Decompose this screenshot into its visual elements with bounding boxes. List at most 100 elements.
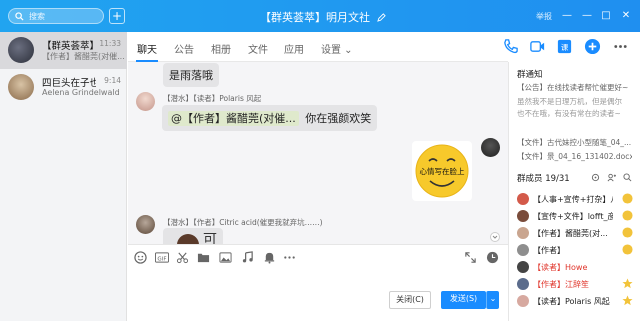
folder-icon[interactable] [197,251,210,264]
avatar [517,295,529,307]
member-item[interactable]: 【作者】 [509,242,640,259]
admin-badge-icon [622,244,633,255]
member-name: 【作者】江辞笙 [533,280,589,289]
close-button[interactable]: 关闭(C) [389,291,431,309]
search-input[interactable]: 搜索 [8,8,104,24]
edit-icon[interactable] [376,13,386,22]
conversation-item[interactable]: 四巨头在子也 9:14 Aelena Grindelwald [0,69,127,106]
group-info-panel: 群通知 【公告】在线找读者帮忙催更好~ 虽然我不是日理万机，但是偶尔 也不在哦，… [508,62,640,321]
message-bubble: 可 [163,228,223,244]
conversation-name: 【群英荟萃】 [42,41,96,52]
avatar [517,278,529,290]
send-options-chevron-icon[interactable]: ⌄ [486,291,499,309]
conversation-preview: 【作者】酱醋莞(对催... [42,52,124,61]
window-title: 【群英荟萃】明月文社 [260,9,386,25]
video-call-icon[interactable] [529,38,546,55]
avatar [517,193,529,205]
message-text: 你在强颜欢笑 [305,112,372,125]
avatar [8,37,34,63]
avatar [517,244,529,256]
avatar [517,210,529,222]
avatar [8,74,34,100]
tab-chat[interactable]: 聊天 [137,41,157,56]
notice-line: 虽然我不是日理万机，但是偶尔 [517,97,622,106]
admin-badge-icon [622,193,633,204]
member-name: 【人事+宣传+打杂】八... [533,195,613,204]
more-tools-icon[interactable] [283,251,296,264]
sticker-image[interactable]: 心情写在脸上 [412,141,472,201]
tab-settings[interactable]: 设置 ⌄ [321,41,353,56]
member-name: 【作者】 [533,246,565,255]
avatar[interactable] [136,92,155,111]
conversation-time: 9:14 [104,76,121,85]
admin-badge-icon [622,227,633,238]
message-text: 可 [203,232,217,244]
member-item[interactable]: 【作者】江辞笙 [509,276,640,293]
tab-announcement[interactable]: 公告 [174,41,194,56]
member-name: 【宣传+文件】lofft_彦... [533,212,613,221]
gif-icon[interactable]: GIF [154,251,170,264]
avatar[interactable] [136,215,155,234]
admin-badge-icon [622,210,633,221]
tab-apps[interactable]: 应用 [284,41,304,56]
conversation-list: 【群英荟萃】 11:33 【作者】酱醋莞(对催... 四巨头在子也 9:14 A… [0,32,127,321]
input-toolbar: GIF [128,244,508,270]
svg-text:课: 课 [561,43,569,52]
notice-title: 群通知 [517,70,543,80]
maximize-icon[interactable]: □ [599,9,613,23]
expand-icon[interactable] [464,251,477,264]
close-icon[interactable]: ✕ [619,9,633,23]
file-item[interactable]: 【文件】景_04_16_131402.docx [517,151,632,162]
search-member-icon[interactable] [623,173,632,182]
collapse-icon[interactable]: — [580,9,594,23]
member-item[interactable]: 【人事+宣传+打杂】八... [509,191,640,208]
classroom-icon[interactable]: 课 [556,38,573,55]
history-clock-icon[interactable] [486,251,499,264]
compose-area[interactable]: 关闭(C) 发送(S) ⌄ [128,270,508,321]
settings-icon[interactable] [591,173,600,182]
member-name: 【作者】酱醋莞(对... [533,229,608,238]
member-item[interactable]: 【作者】酱醋莞(对... [509,225,640,242]
avatar [517,261,529,273]
voice-call-icon[interactable] [502,38,519,55]
avatar[interactable] [481,138,500,157]
message-sender: 【潜水】【读者】Polaris 风起 [163,94,262,103]
send-button[interactable]: 发送(S) [441,291,486,309]
member-count: 群成员 19/31 [517,174,570,184]
minimize-window-icon[interactable]: — [560,9,574,23]
member-item[interactable]: 【读者】Polaris 风起 [509,293,640,310]
svg-text:GIF: GIF [157,256,166,262]
message-bubble: @【作者】酱醋莞(对催... 你在强颜欢笑 [162,105,378,131]
notice-line[interactable]: 【公告】在线找读者帮忙催更好~ [517,82,632,93]
member-item[interactable]: 【宣传+文件】lofft_彦... [509,208,640,225]
add-button[interactable]: + [109,8,125,24]
conversation-time: 11:33 [99,39,121,48]
message-sender: 【潜水】【作者】Citric acid(催更我就弃坑……) [163,218,323,227]
conversation-preview: Aelena Grindelwald [42,88,120,97]
chat-tabs: 聊天 公告 相册 文件 应用 设置 ⌄ [128,32,508,62]
mention-tag[interactable]: @【作者】酱醋莞(对催... [168,111,299,126]
tab-files[interactable]: 文件 [248,41,268,56]
sticker-caption: 心情写在脸上 [419,167,465,176]
search-placeholder: 搜索 [29,12,45,21]
report-link[interactable]: 举报 [536,11,552,22]
bell-icon[interactable] [263,251,276,264]
star-badge-icon [622,295,633,306]
add-circle-icon[interactable] [584,38,601,55]
message-area: 是雨落哦 【潜水】【读者】Polaris 风起 @【作者】酱醋莞(对催... 你… [128,62,508,244]
conversation-item[interactable]: 【群英荟萃】 11:33 【作者】酱醋莞(对催... [0,32,127,69]
scroll-down-icon[interactable] [490,232,500,242]
emoji-icon[interactable] [134,251,147,264]
message-bubble: 是雨落哦 [163,63,219,87]
tab-album[interactable]: 相册 [211,41,231,56]
image-icon[interactable] [219,251,232,264]
music-icon[interactable] [241,251,254,264]
file-item[interactable]: 【文件】古代妹控小型随笔_04_... [517,137,632,148]
member-item[interactable]: 【读者】Howe [509,259,640,276]
scissors-icon[interactable] [176,251,189,264]
image-thumbnail[interactable] [177,234,199,244]
search-icon [15,12,24,21]
more-icon[interactable] [612,38,629,55]
member-name: 【读者】Howe [533,263,588,272]
add-member-icon[interactable] [607,173,616,182]
